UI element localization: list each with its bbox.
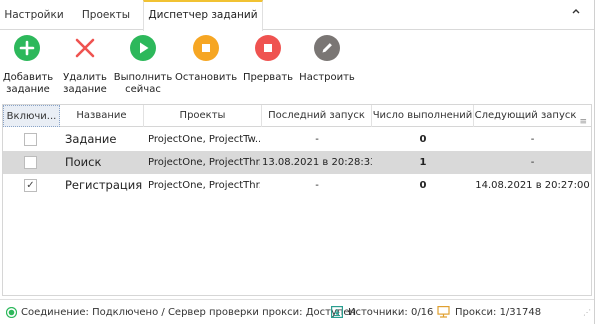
task-next-run: 14.08.2021 в 20:27:00 — [475, 180, 590, 191]
connection-status-icon — [5, 306, 18, 321]
add-task-label-1: Добавить — [2, 72, 54, 83]
task-projects: ProjectOne, ProjectThr... — [148, 180, 260, 191]
plus-icon — [14, 35, 40, 61]
proxies-text[interactable]: Прокси: 1/31748 — [455, 300, 541, 324]
abort-button[interactable]: Прервать — [240, 31, 296, 101]
sources-text[interactable]: Источники: 0/16 — [348, 300, 433, 324]
task-last-run: 13.08.2021 в 20:28:33 — [262, 157, 372, 168]
task-run-count: 0 — [419, 180, 427, 191]
chevron-up-icon[interactable] — [568, 6, 584, 22]
add-task-button[interactable]: Добавить задание — [0, 31, 56, 101]
task-next-run: - — [530, 134, 535, 145]
pause-icon — [193, 35, 219, 61]
task-projects: ProjectOne, ProjectTw... — [148, 134, 260, 145]
pencil-icon — [314, 35, 340, 61]
task-name: Поиск — [65, 155, 102, 169]
tab-projects[interactable]: Проекты — [72, 0, 140, 30]
task-run-count: 1 — [419, 157, 427, 168]
task-manager-window: Настройки Проекты Диспетчер заданий Доба… — [0, 0, 595, 324]
task-name: Регистрация — [65, 178, 143, 192]
table-row[interactable]: ✓ Регистрация ProjectOne, ProjectThr... … — [3, 174, 591, 197]
enabled-checkbox-checked[interactable]: ✓ — [24, 179, 37, 192]
tab-bar: Настройки Проекты Диспетчер заданий — [0, 0, 594, 31]
task-projects: ProjectOne, ProjectThr... — [148, 157, 260, 168]
col-last-run[interactable]: Последний запуск — [262, 105, 372, 127]
resize-grip-icon[interactable]: ⋰ — [583, 308, 591, 317]
run-now-label-2: сейчас — [125, 84, 161, 95]
col-name[interactable]: Название — [60, 105, 144, 127]
col-run-count[interactable]: Число выполнений — [372, 105, 474, 127]
abort-label: Прервать — [242, 72, 294, 83]
status-bar: Соединение: Подключено / Сервер проверки… — [0, 299, 594, 324]
filter-icon[interactable]: ≡ — [579, 111, 587, 127]
enabled-checkbox[interactable] — [24, 156, 37, 169]
sources-icon[interactable] — [331, 306, 344, 321]
task-name: Задание — [65, 132, 117, 146]
delete-task-button[interactable]: Удалить задание — [57, 31, 113, 101]
configure-label: Настроить — [299, 72, 355, 83]
run-now-button[interactable]: Выполнить сейчас — [113, 31, 173, 101]
cross-icon — [72, 35, 98, 61]
enabled-checkbox[interactable] — [24, 133, 37, 146]
task-next-run: - — [530, 157, 535, 168]
stop-button[interactable]: Остановить — [175, 31, 237, 101]
table-header: Включи... Название Проекты Последний зап… — [3, 105, 591, 127]
add-task-label-2: задание — [6, 84, 50, 95]
play-icon — [130, 35, 156, 61]
proxy-icon[interactable] — [437, 306, 450, 321]
configure-button[interactable]: Настроить — [298, 31, 356, 101]
stop-icon — [255, 35, 281, 61]
col-projects[interactable]: Проекты — [144, 105, 262, 127]
tab-settings[interactable]: Настройки — [0, 0, 68, 30]
table-row[interactable]: Задание ProjectOne, ProjectTw... - 0 - — [3, 128, 591, 151]
task-run-count: 0 — [419, 134, 427, 145]
task-last-run: - — [315, 134, 319, 145]
tab-task-manager[interactable]: Диспетчер заданий — [143, 0, 263, 31]
toolbar: Добавить задание Удалить задание Выполнить… — [0, 31, 594, 101]
delete-task-label-1: Удалить — [63, 72, 107, 83]
delete-task-label-2: задание — [63, 84, 107, 95]
col-enabled[interactable]: Включи... — [3, 105, 60, 127]
col-next-run[interactable]: Следующий запуск ≡ — [474, 105, 591, 127]
tasks-table: Включи... Название Проекты Последний зап… — [2, 104, 592, 296]
run-now-label-1: Выполнить — [113, 72, 173, 83]
table-row-selected[interactable]: Поиск ProjectOne, ProjectThr... 13.08.20… — [3, 151, 591, 174]
stop-label: Остановить — [175, 72, 238, 83]
connection-status-text: Соединение: Подключено / Сервер проверки… — [21, 307, 357, 318]
task-last-run: - — [315, 180, 319, 191]
col-next-run-label: Следующий запуск — [474, 110, 577, 121]
